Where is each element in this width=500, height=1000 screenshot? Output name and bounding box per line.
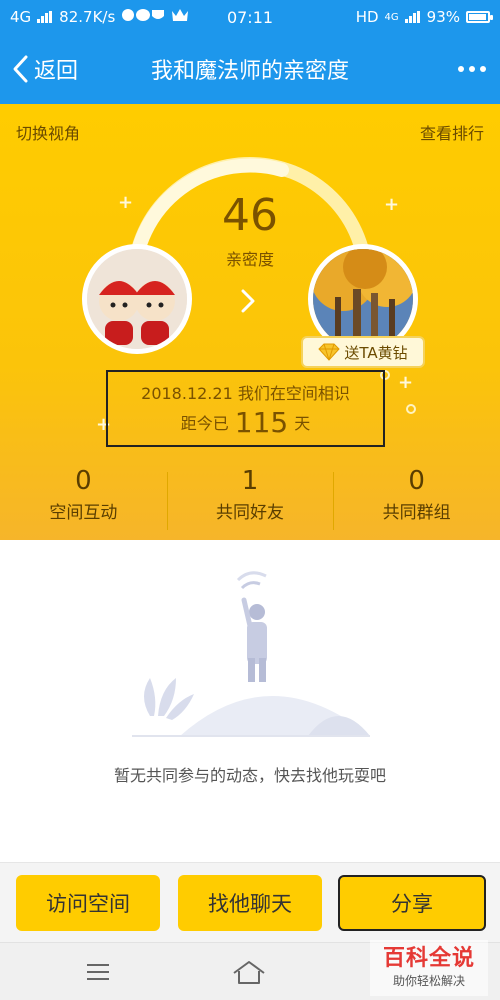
battery-icon bbox=[466, 11, 493, 23]
title-bar: 返回 我和魔法师的亲密度 bbox=[0, 34, 500, 104]
sparkle-icon: + bbox=[384, 194, 400, 215]
share-button[interactable]: 分享 bbox=[338, 875, 486, 931]
intimacy-panel: 切换视角 查看排行 46 亲密度 + + + + + bbox=[0, 104, 500, 540]
signal-icon-right bbox=[404, 11, 421, 23]
watermark-subtitle: 助你轻松解决 bbox=[392, 974, 465, 988]
ranking-link[interactable]: 查看排行 bbox=[420, 120, 484, 144]
watermark-logo: 百科全说 助你轻松解决 bbox=[370, 940, 488, 996]
empty-state-text: 暂无共同参与的动态，快去找他玩耍吧 bbox=[113, 766, 386, 785]
chevron-left-icon bbox=[13, 55, 28, 83]
crown-icon bbox=[171, 8, 189, 26]
stat-common-groups[interactable]: 0 共同群组 bbox=[333, 464, 500, 540]
diamond-icon bbox=[318, 343, 341, 361]
menu-icon[interactable] bbox=[86, 963, 110, 981]
chevron-right-icon bbox=[241, 289, 255, 313]
dot-decoration bbox=[406, 404, 416, 414]
days-count: 115 bbox=[234, 406, 289, 439]
stat-value: 1 bbox=[241, 466, 259, 496]
network-right-label: 4G bbox=[384, 11, 399, 23]
more-dot bbox=[469, 66, 475, 72]
intimacy-score: 46 bbox=[222, 190, 278, 241]
days-prefix: 距今已 bbox=[180, 414, 229, 433]
stat-label: 共同群组 bbox=[382, 503, 451, 523]
stats-row: 0 空间互动 1 共同好友 0 共同群组 bbox=[0, 464, 500, 540]
hd-label: HD bbox=[355, 8, 379, 26]
my-avatar[interactable] bbox=[82, 244, 192, 354]
met-date-box: 2018.12.21 我们在空间相识 距今已 115 天 bbox=[106, 370, 385, 447]
network-label: 4G bbox=[10, 8, 32, 26]
action-bar: 访问空间 找他聊天 分享 bbox=[0, 862, 500, 942]
stat-value: 0 bbox=[408, 466, 425, 496]
intimacy-score-label: 亲密度 bbox=[225, 250, 274, 269]
stat-common-friends[interactable]: 1 共同好友 bbox=[166, 464, 334, 540]
back-button[interactable]: 返回 bbox=[0, 53, 78, 85]
visit-space-button[interactable]: 访问空间 bbox=[16, 875, 160, 931]
back-label: 返回 bbox=[34, 59, 79, 84]
more-dot bbox=[480, 66, 486, 72]
met-date-text: 2018.12.21 我们在空间相识 bbox=[141, 384, 350, 403]
stat-label: 空间互动 bbox=[49, 503, 118, 523]
days-since: 距今已 115 天 bbox=[108, 406, 383, 439]
speed-label: 82.7K/s bbox=[59, 8, 116, 26]
stat-value: 0 bbox=[75, 466, 92, 496]
more-options-button[interactable] bbox=[458, 66, 486, 72]
sparkle-icon: + bbox=[118, 192, 134, 213]
days-suffix: 天 bbox=[294, 414, 311, 433]
watermark-title: 百科全说 bbox=[382, 946, 475, 971]
switch-view-link[interactable]: 切换视角 bbox=[16, 120, 80, 144]
battery-label: 93% bbox=[426, 8, 460, 26]
sparkle-icon: + bbox=[398, 372, 414, 393]
home-icon[interactable] bbox=[231, 959, 267, 985]
send-gift-button[interactable]: 送TA黄钻 bbox=[301, 336, 425, 368]
signal-icon bbox=[37, 11, 53, 23]
stat-space-interaction[interactable]: 0 空间互动 bbox=[0, 464, 167, 540]
more-dot bbox=[458, 66, 464, 72]
status-bar: 4G 82.7K/s 07:11 HD 4G 93% bbox=[0, 0, 500, 34]
send-gift-label: 送TA黄钻 bbox=[344, 343, 408, 362]
chat-button[interactable]: 找他聊天 bbox=[178, 875, 322, 931]
empty-state-illustration bbox=[132, 571, 370, 737]
stat-label: 共同好友 bbox=[216, 503, 284, 523]
app-notification-icon bbox=[121, 8, 165, 26]
